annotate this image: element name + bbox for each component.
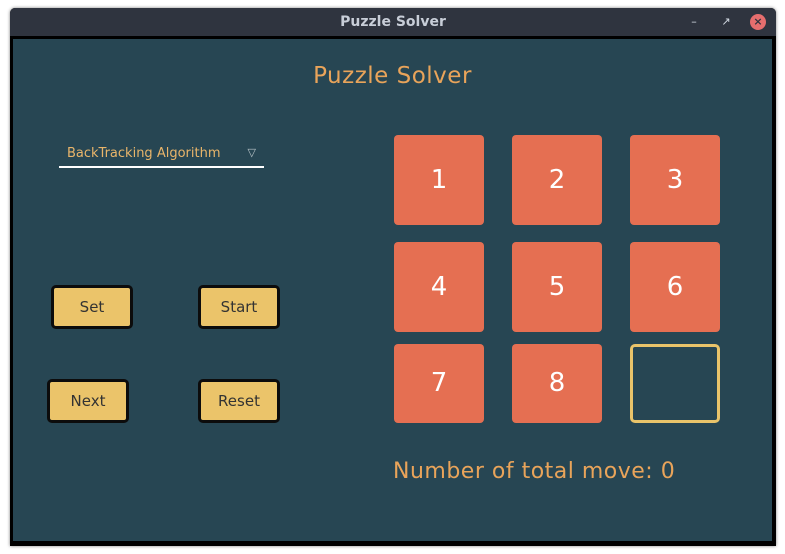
algorithm-selected-value: BackTracking Algorithm (67, 146, 221, 161)
puzzle-tile[interactable]: 5 (512, 242, 602, 332)
maximize-button[interactable]: ↗ (718, 14, 734, 30)
chevron-down-icon: ▽ (247, 146, 256, 159)
puzzle-tile[interactable]: 2 (512, 135, 602, 225)
puzzle-tile[interactable]: 8 (512, 344, 602, 423)
puzzle-tile[interactable]: 4 (394, 242, 484, 332)
puzzle-tile-empty[interactable] (630, 344, 720, 423)
maximize-icon: ↗ (721, 15, 731, 28)
minimize-icon: – (691, 15, 697, 28)
minimize-button[interactable]: – (686, 14, 702, 30)
move-counter: Number of total move: 0 (393, 459, 676, 484)
close-icon: × (753, 15, 763, 28)
main-content: Puzzle Solver BackTracking Algorithm ▽ S… (13, 39, 772, 541)
puzzle-tile[interactable]: 3 (630, 135, 720, 225)
puzzle-tile[interactable]: 7 (394, 344, 484, 423)
next-button[interactable]: Next (47, 379, 129, 423)
puzzle-tile[interactable]: 1 (394, 135, 484, 225)
close-button[interactable]: × (750, 14, 766, 30)
reset-button[interactable]: Reset (198, 379, 280, 423)
title-bar[interactable]: Puzzle Solver – ↗ × (10, 8, 776, 36)
puzzle-tile[interactable]: 6 (630, 242, 720, 332)
window-title: Puzzle Solver (340, 14, 446, 30)
page-title: Puzzle Solver (313, 63, 472, 89)
app-window: Puzzle Solver – ↗ × Puzzle Solver BackTr… (10, 8, 776, 546)
set-button[interactable]: Set (51, 285, 133, 329)
start-button[interactable]: Start (198, 285, 280, 329)
algorithm-select[interactable]: BackTracking Algorithm ▽ (59, 142, 264, 168)
